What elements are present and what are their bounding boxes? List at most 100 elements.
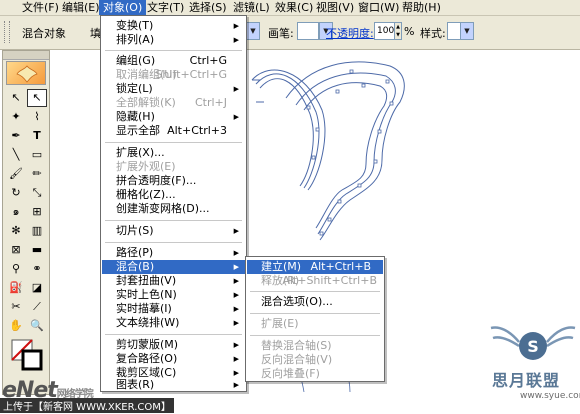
menu-window[interactable]: 窗口(W): [354, 0, 403, 15]
menu-separator: [105, 220, 242, 221]
menu-item-blend-options[interactable]: 混合选项(O)...: [247, 295, 383, 309]
menu-item-compound-path[interactable]: 复合路径(O) ▶: [102, 352, 245, 366]
brush-swatch[interactable]: [297, 22, 319, 40]
style-label: 样式:: [420, 27, 446, 40]
menu-separator: [105, 334, 242, 335]
slice-tool-icon[interactable]: ⟋: [27, 298, 47, 316]
menu-item-envelope-distort[interactable]: 封套扭曲(V) ▶: [102, 274, 245, 288]
pen-tool-icon[interactable]: ✒: [6, 127, 26, 145]
menu-item-replace-spine[interactable]: 替换混合轴(S): [247, 339, 383, 353]
blend-tool-icon[interactable]: ⚭: [27, 260, 47, 278]
submenu-arrow-icon: ▶: [233, 36, 239, 44]
watermark-caption: 上传于【新客网 WWW.XKER.COM】: [0, 398, 174, 413]
direct-selection-tool-icon[interactable]: ↖: [6, 89, 26, 107]
rotate-tool-icon[interactable]: ↻: [6, 184, 26, 202]
scale-tool-icon[interactable]: ⤡: [27, 184, 47, 202]
menu-edit[interactable]: 编辑(E): [58, 0, 104, 15]
menu-view[interactable]: 视图(V): [312, 0, 358, 15]
free-transform-tool-icon[interactable]: ⊞: [27, 203, 47, 221]
menu-object[interactable]: 对象(O): [99, 0, 147, 15]
menu-item-show-all[interactable]: 显示全部 Alt+Ctrl+3: [102, 124, 245, 138]
magic-wand-tool-icon[interactable]: ✦: [6, 108, 26, 126]
menu-item-lock[interactable]: 锁定(L) ▶: [102, 82, 245, 96]
menu-item-blend-expand[interactable]: 扩展(E): [247, 317, 383, 331]
menu-bar: 文件(F) 编辑(E) 对象(O) 文字(T) 选择(S) 滤镜(L) 效果(C…: [0, 0, 580, 16]
menu-separator: [250, 313, 380, 314]
menu-item-text-wrap[interactable]: 文本绕排(W) ▶: [102, 316, 245, 330]
menu-item-clipping-mask[interactable]: 剪切蒙版(M) ▶: [102, 338, 245, 352]
opacity-stepper[interactable]: ▲ ▼: [394, 22, 402, 40]
menu-item-group[interactable]: 编组(G) Ctrl+G: [102, 54, 245, 68]
menu-filter[interactable]: 滤镜(L): [229, 0, 274, 15]
hand-tool-icon[interactable]: ✋: [6, 317, 26, 335]
style-dropdown[interactable]: ▼: [460, 22, 474, 40]
menu-type[interactable]: 文字(T): [143, 0, 188, 15]
menu-item-live-paint[interactable]: 实时上色(N) ▶: [102, 288, 245, 302]
gradient-tool-icon[interactable]: ▬: [27, 241, 47, 259]
menu-item-flatten-transparency[interactable]: 拼合透明度(F)...: [102, 174, 245, 188]
tools-panel: ↖ ↖ ✦ ⌇ ✒ T ╲ ▭ 🖌 ✏ ↻ ⤡ ๑ ⊞ ✻ ▥ ⊠ ▬ ⚲ ⚭ …: [2, 50, 50, 395]
menu-item-create-gradient-mesh[interactable]: 创建渐变网格(D)...: [102, 202, 245, 216]
menu-item-expand[interactable]: 扩展(X)...: [102, 146, 245, 160]
zoom-tool-icon[interactable]: 🔍: [27, 317, 47, 335]
submenu-arrow-icon: ▶: [233, 341, 239, 349]
app-logo: [6, 61, 46, 85]
fill-stroke-swatch-icon[interactable]: [11, 339, 43, 371]
brush-label: 画笔:: [268, 27, 294, 40]
graph-tool-icon[interactable]: ▥: [27, 222, 47, 240]
type-tool-icon[interactable]: T: [27, 127, 47, 145]
selection-tool-icon[interactable]: ↖: [27, 89, 47, 107]
submenu-arrow-icon: ▶: [233, 227, 239, 235]
menu-item-blend-release[interactable]: 释放(R) Alt+Shift+Ctrl+B: [247, 274, 383, 288]
menu-select[interactable]: 选择(S): [185, 0, 231, 15]
submenu-arrow-icon: ▶: [233, 319, 239, 327]
live-paint-bucket-tool-icon[interactable]: ⛽: [6, 279, 26, 297]
pencil-tool-icon[interactable]: ✏: [27, 165, 47, 183]
live-paint-selection-tool-icon[interactable]: ◪: [27, 279, 47, 297]
mesh-tool-icon[interactable]: ⊠: [6, 241, 26, 259]
submenu-arrow-icon: ▶: [233, 113, 239, 121]
menu-item-blend[interactable]: 混合(B) ▶: [102, 260, 245, 274]
site-name-cn: 思月联盟: [492, 371, 561, 390]
eyedropper-tool-icon[interactable]: ⚲: [6, 260, 26, 278]
menu-item-live-trace[interactable]: 实时描摹(I) ▶: [102, 302, 245, 316]
menu-effect[interactable]: 效果(C): [271, 0, 317, 15]
submenu-arrow-icon: ▶: [233, 381, 239, 389]
menu-help[interactable]: 帮助(H): [398, 0, 445, 15]
submenu-arrow-icon: ▶: [233, 291, 239, 299]
submenu-arrow-icon: ▶: [233, 277, 239, 285]
line-tool-icon[interactable]: ╲: [6, 146, 26, 164]
opacity-link[interactable]: 不透明度:: [326, 25, 374, 41]
blend-submenu: 建立(M) Alt+Ctrl+B 释放(R) Alt+Shift+Ctrl+B 混合…: [245, 256, 385, 382]
menu-item-path[interactable]: 路径(P) ▶: [102, 246, 245, 260]
menu-separator: [250, 291, 380, 292]
menu-item-transform[interactable]: 变换(T) ▶: [102, 19, 245, 33]
menu-item-expand-appearance[interactable]: 扩展外观(E): [102, 160, 245, 174]
paintbrush-tool-icon[interactable]: 🖌: [6, 165, 26, 183]
menu-item-arrange[interactable]: 排列(A) ▶: [102, 33, 245, 47]
menu-item-blend-make[interactable]: 建立(M) Alt+Ctrl+B: [247, 260, 383, 274]
menu-item-reverse-spine[interactable]: 反向混合轴(V): [247, 353, 383, 367]
scissors-tool-icon[interactable]: ✂: [6, 298, 26, 316]
toolbar-grip[interactable]: [4, 21, 10, 43]
rectangle-tool-icon[interactable]: ▭: [27, 146, 47, 164]
svg-text:S: S: [527, 337, 539, 356]
menu-item-ungroup[interactable]: 取消编组(U) Shift+Ctrl+G: [102, 68, 245, 82]
submenu-arrow-icon: ▶: [233, 305, 239, 313]
submenu-arrow-icon: ▶: [233, 355, 239, 363]
tools-panel-header[interactable]: [3, 51, 49, 60]
menu-item-reverse-front-to-back[interactable]: 反向堆叠(F): [247, 367, 383, 381]
warp-tool-icon[interactable]: ๑: [6, 203, 26, 221]
object-menu: 变换(T) ▶ 排列(A) ▶ 编组(G) Ctrl+G 取消编组(U) Shift+C…: [100, 15, 247, 392]
menu-item-slice[interactable]: 切片(S) ▶: [102, 224, 245, 238]
submenu-arrow-icon: ▶: [233, 263, 239, 271]
menu-item-graph[interactable]: 图表(R) ▶: [102, 378, 245, 392]
menu-file[interactable]: 文件(F): [18, 0, 63, 15]
site-url: www.syue.com: [520, 391, 580, 401]
menu-item-rasterize[interactable]: 栅格化(Z)...: [102, 188, 245, 202]
stroke-color-dropdown[interactable]: ▼: [246, 22, 260, 40]
symbol-sprayer-tool-icon[interactable]: ✻: [6, 222, 26, 240]
menu-item-hide[interactable]: 隐藏(H) ▶: [102, 110, 245, 124]
menu-item-unlock-all[interactable]: 全部解锁(K) Ctrl+J: [102, 96, 245, 110]
lasso-tool-icon[interactable]: ⌇: [27, 108, 47, 126]
